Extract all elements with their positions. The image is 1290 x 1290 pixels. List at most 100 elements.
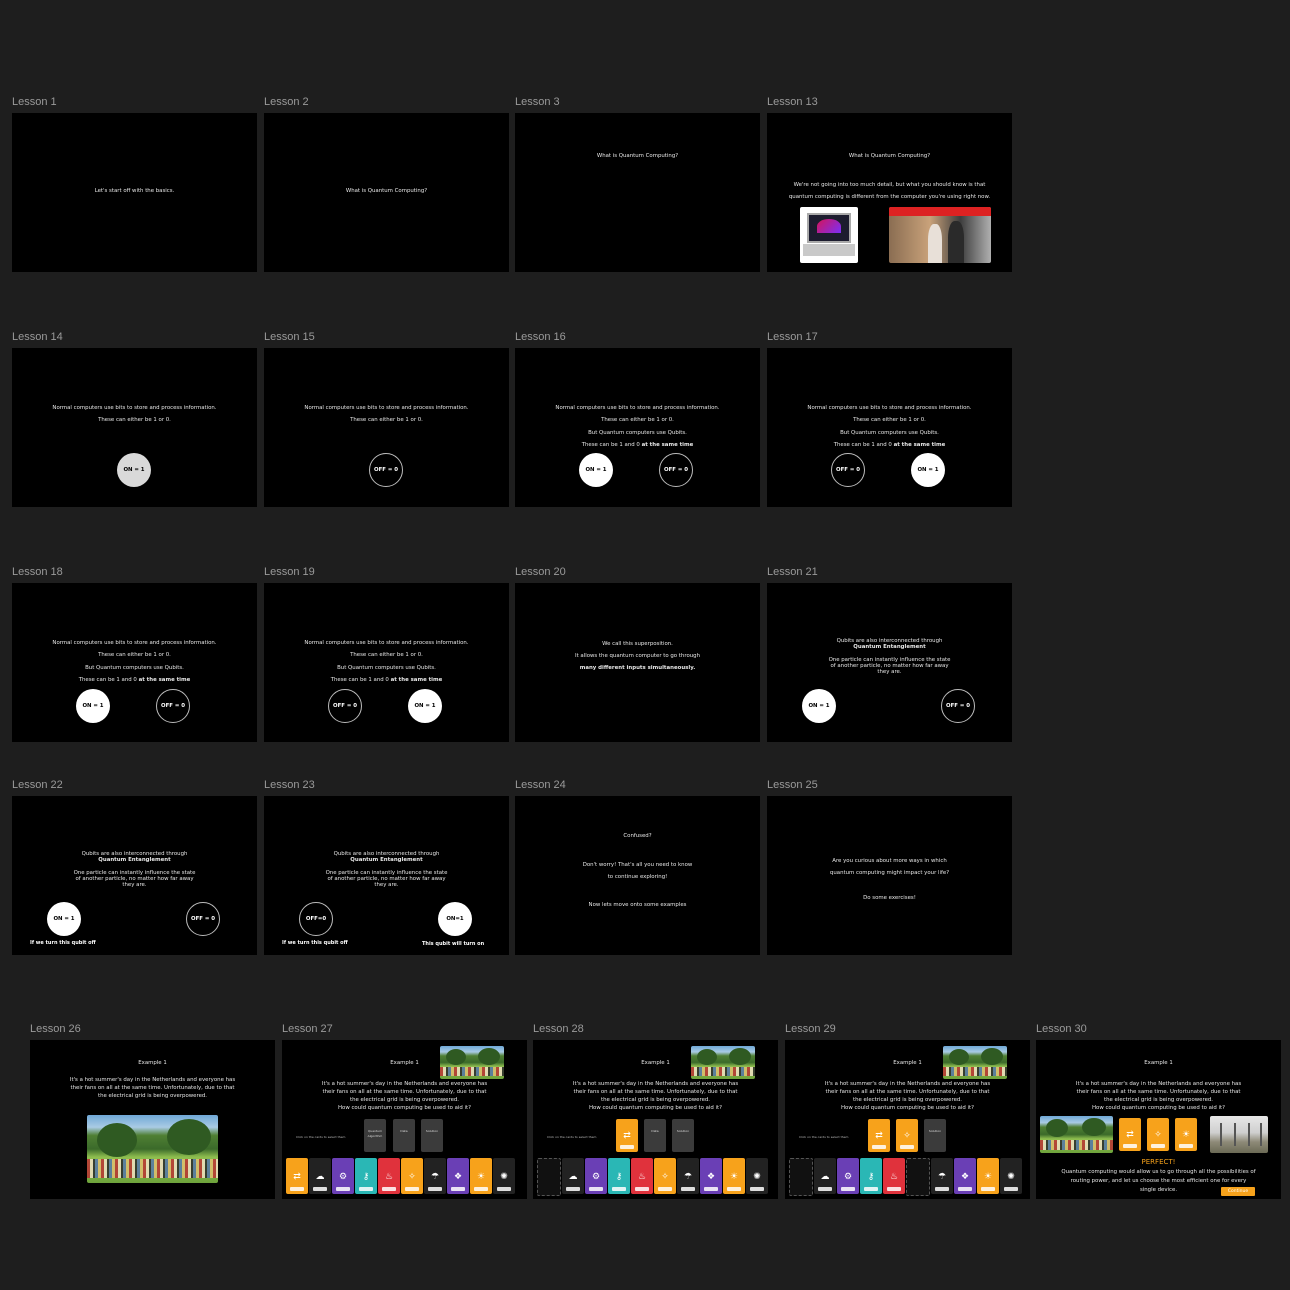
card[interactable]: ✺	[493, 1158, 515, 1194]
card[interactable]: ☂	[424, 1158, 446, 1194]
park-crowd-image	[943, 1046, 1007, 1079]
solution-slot[interactable]: Solution	[924, 1119, 946, 1152]
slide-text: How could quantum computing be used to a…	[840, 1105, 974, 1111]
explanation-text: routing power, and let us choose the mos…	[1070, 1178, 1247, 1184]
slide-text: their fans on all at the same time. Unfo…	[1076, 1089, 1241, 1095]
select-hint: Click on the cards to select them	[296, 1135, 346, 1139]
frame-label: Lesson 29	[785, 1023, 836, 1035]
continue-button[interactable]: Continue	[1221, 1187, 1255, 1196]
qubit-off-circle[interactable]: OFF=0	[299, 902, 333, 936]
slide-text: to continue exploring!	[607, 874, 668, 880]
quantum-algorithm-slot[interactable]: Quantum Algorithm	[364, 1119, 386, 1152]
bit-off-circle[interactable]: OFF = 0	[369, 453, 403, 487]
turn-off-caption: If we turn this qubit off	[282, 940, 348, 946]
slide-text: These can be 1 and 0 at the same time	[330, 677, 443, 683]
bit-on-circle[interactable]: ON = 1	[117, 453, 151, 487]
slide-text: These can either be 1 or 0.	[350, 652, 423, 658]
card[interactable]: ☀	[977, 1158, 999, 1194]
card[interactable]: ⚷	[355, 1158, 377, 1194]
card[interactable]: ♨	[883, 1158, 905, 1194]
slide-text: the electrical grid is being overpowered…	[1103, 1097, 1214, 1103]
slide-text: the electrical grid is being overpowered…	[600, 1097, 711, 1103]
slide-text: These can either be 1 or 0.	[350, 417, 423, 423]
card[interactable]: ☁	[814, 1158, 836, 1194]
frame-label: Lesson 1	[12, 96, 57, 108]
slide-text: It's a hot summer's day in the Netherlan…	[572, 1081, 739, 1087]
selected-card[interactable]: ✧	[896, 1119, 918, 1152]
card-row: ☁ ⚙ ⚷ ♨ ☂ ❖ ☀ ✺	[789, 1158, 1022, 1196]
card[interactable]: ⚷	[860, 1158, 882, 1194]
slide-text: their fans on all at the same time. Unfo…	[573, 1089, 738, 1095]
park-crowd-image	[691, 1046, 755, 1079]
slide-text: Let's start off with the basics.	[94, 188, 175, 194]
card[interactable]: ☂	[677, 1158, 699, 1194]
card[interactable]: ☀	[470, 1158, 492, 1194]
card[interactable]: ✧	[654, 1158, 676, 1194]
qubit-off-circle[interactable]: OFF = 0	[941, 689, 975, 723]
solution-slot[interactable]: Solution	[421, 1119, 443, 1152]
card[interactable]: ⚙	[585, 1158, 607, 1194]
slide: Qubits are also interconnected through Q…	[264, 796, 509, 955]
frame-label: Lesson 17	[767, 331, 818, 343]
card[interactable]: ☁	[309, 1158, 331, 1194]
card[interactable]: ♨	[631, 1158, 653, 1194]
qubit-off-circle[interactable]: OFF = 0	[831, 453, 865, 487]
slide-text: It's a hot summer's day in the Netherlan…	[69, 1077, 236, 1083]
qubit-on-circle[interactable]: ON = 1	[47, 902, 81, 936]
card[interactable]: ☀	[723, 1158, 745, 1194]
frame-label: Lesson 28	[533, 1023, 584, 1035]
select-hint: Click on the cards to select them	[799, 1135, 849, 1139]
slide-text: Normal computers use bits to store and p…	[304, 405, 469, 411]
slide-text: the electrical grid is being overpowered…	[852, 1097, 963, 1103]
slide-text: But Quantum computers use Qubits.	[337, 665, 436, 671]
card[interactable]: ☁	[562, 1158, 584, 1194]
slide: Qubits are also interconnected through Q…	[12, 796, 257, 955]
card[interactable]: ❖	[700, 1158, 722, 1194]
data-slot[interactable]: Data	[644, 1119, 666, 1152]
selected-card[interactable]: ⇄	[868, 1119, 890, 1152]
qubit-off-circle[interactable]: OFF = 0	[156, 689, 190, 723]
slide-text: their fans on all at the same time. Unfo…	[70, 1085, 235, 1091]
selected-card: ⇄	[1119, 1118, 1141, 1151]
slide: What is Quantum Computing? We're not goi…	[767, 113, 1012, 272]
slide-text: It's a hot summer's day in the Netherlan…	[1075, 1081, 1242, 1087]
card[interactable]: ✺	[746, 1158, 768, 1194]
qubit-off-circle[interactable]: OFF = 0	[328, 689, 362, 723]
qubit-on-circle[interactable]: ON = 1	[802, 689, 836, 723]
frame-label: Lesson 15	[264, 331, 315, 343]
slide: Are you curious about more ways in which…	[767, 796, 1012, 955]
card[interactable]: ⚙	[837, 1158, 859, 1194]
qubit-off-circle[interactable]: OFF = 0	[186, 902, 220, 936]
qubit-on-circle[interactable]: ON = 1	[408, 689, 442, 723]
card[interactable]: ✺	[1000, 1158, 1022, 1194]
data-slot[interactable]: Data	[393, 1119, 415, 1152]
qubit-on-circle[interactable]: ON = 1	[579, 453, 613, 487]
card[interactable]: ⚷	[608, 1158, 630, 1194]
card[interactable]: ❖	[447, 1158, 469, 1194]
slide-text: It allows the quantum computer to go thr…	[574, 653, 700, 659]
empty-card-slot	[789, 1158, 813, 1196]
frame-label: Lesson 18	[12, 566, 63, 578]
slide-text: Don't worry! That's all you need to know	[582, 862, 693, 868]
qubit-on-circle[interactable]: ON = 1	[911, 453, 945, 487]
card[interactable]: ❖	[954, 1158, 976, 1194]
card[interactable]: ☂	[931, 1158, 953, 1194]
card[interactable]: ♨	[378, 1158, 400, 1194]
slide-text: quantum computing might impact your life…	[829, 870, 950, 876]
select-hint: Click on the cards to select them	[547, 1135, 597, 1139]
qubit-on-circle[interactable]: ON = 1	[76, 689, 110, 723]
qubit-off-circle[interactable]: OFF = 0	[659, 453, 693, 487]
solution-slot[interactable]: Solution	[672, 1119, 694, 1152]
result-text: PERFECT!	[1141, 1158, 1176, 1166]
card[interactable]: ⚙	[332, 1158, 354, 1194]
slide-text: These can be 1 and 0 at the same time	[78, 677, 191, 683]
qubit-on-circle[interactable]: ON=1	[438, 902, 472, 936]
card[interactable]: ✧	[401, 1158, 423, 1194]
frame-label: Lesson 24	[515, 779, 566, 791]
selected-card[interactable]: ⇄	[616, 1119, 638, 1152]
frame-label: Lesson 20	[515, 566, 566, 578]
frame-label: Lesson 26	[30, 1023, 81, 1035]
slide-text: their fans on all at the same time. Unfo…	[825, 1089, 990, 1095]
card[interactable]: ⇄	[286, 1158, 308, 1194]
frame-label: Lesson 21	[767, 566, 818, 578]
